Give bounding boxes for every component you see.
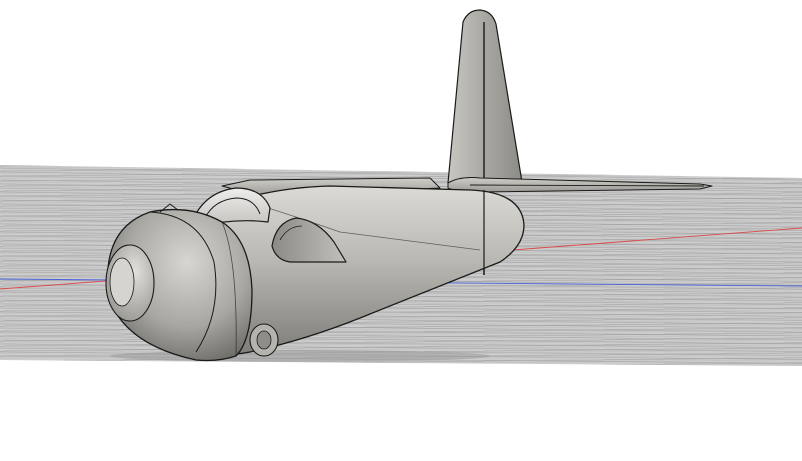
3d-viewport[interactable]	[0, 0, 802, 461]
vertical-tail-fin[interactable]	[447, 9, 523, 184]
nose-landing-gear[interactable]	[249, 323, 279, 357]
propeller-spinner[interactable]	[105, 244, 155, 322]
3d-scene[interactable]	[0, 0, 802, 461]
